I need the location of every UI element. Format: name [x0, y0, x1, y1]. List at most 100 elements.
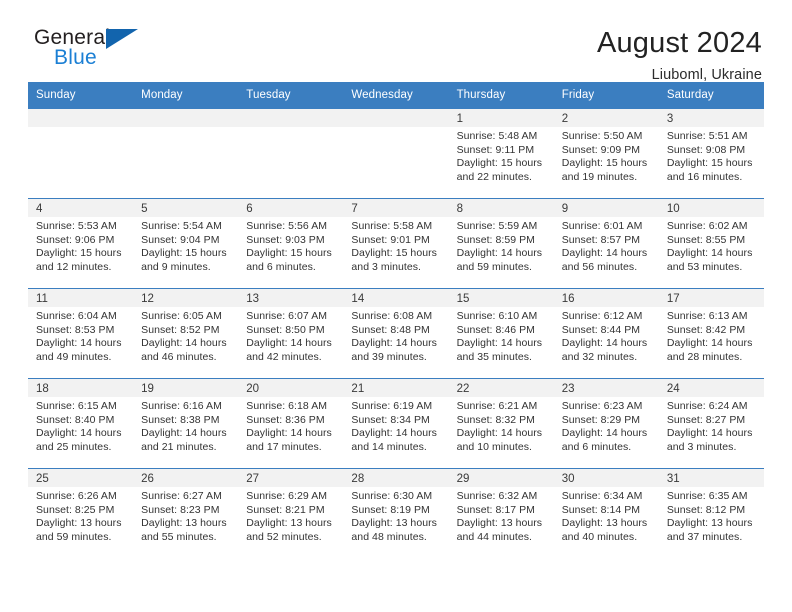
day-cell[interactable]: 31 Sunrise: 6:35 AM Sunset: 8:12 PM Dayl…	[658, 469, 764, 561]
day-number: 29	[456, 473, 470, 485]
sunrise-text: Sunrise: 6:04 AM	[36, 310, 117, 322]
sunset-text: Sunset: 8:27 PM	[666, 413, 746, 426]
sunset-text: Sunset: 8:34 PM	[351, 413, 430, 426]
day-details: Sunrise: 5:50 AM Sunset: 9:09 PM Dayligh…	[554, 127, 659, 184]
page-header: General Blue August 2024 Liuboml, Ukrain…	[28, 0, 764, 83]
daylight-text-line1: Daylight: 14 hours	[561, 247, 648, 260]
day-number: 21	[351, 383, 365, 395]
sunrise-text: Sunrise: 5:59 AM	[456, 220, 538, 232]
sunrise-text: Sunrise: 6:30 AM	[351, 490, 433, 502]
daylight-text-line1: Daylight: 14 hours	[456, 337, 543, 350]
day-details: Sunrise: 6:05 AM Sunset: 8:52 PM Dayligh…	[133, 307, 238, 364]
day-cell[interactable]: 4 Sunrise: 5:53 AM Sunset: 9:06 PM Dayli…	[28, 199, 134, 288]
sunset-text: Sunset: 9:09 PM	[561, 143, 641, 156]
day-details: Sunrise: 6:16 AM Sunset: 8:38 PM Dayligh…	[133, 397, 238, 454]
day-cell[interactable]: 7 Sunrise: 5:58 AM Sunset: 9:01 PM Dayli…	[343, 199, 449, 288]
sunset-text: Sunset: 9:11 PM	[456, 143, 535, 156]
day-cell[interactable]: 8 Sunrise: 5:59 AM Sunset: 8:59 PM Dayli…	[448, 199, 554, 288]
day-cell[interactable]	[343, 109, 449, 198]
daylight-text-line2: and 40 minutes.	[561, 530, 638, 543]
day-cell[interactable]: 17 Sunrise: 6:13 AM Sunset: 8:42 PM Dayl…	[658, 289, 764, 378]
day-cell[interactable]: 10 Sunrise: 6:02 AM Sunset: 8:55 PM Dayl…	[658, 199, 764, 288]
weekday-header-sunday: Sunday	[36, 89, 76, 101]
day-details: Sunrise: 6:34 AM Sunset: 8:14 PM Dayligh…	[554, 487, 659, 544]
day-details: Sunrise: 6:10 AM Sunset: 8:46 PM Dayligh…	[449, 307, 554, 364]
page-title: August 2024	[596, 27, 762, 59]
weekday-header-thursday: Thursday	[456, 89, 506, 101]
day-cell[interactable]: 13 Sunrise: 6:07 AM Sunset: 8:50 PM Dayl…	[238, 289, 344, 378]
day-cell[interactable]	[133, 109, 239, 198]
day-cell[interactable]: 15 Sunrise: 6:10 AM Sunset: 8:46 PM Dayl…	[448, 289, 554, 378]
day-cell[interactable]: 3 Sunrise: 5:51 AM Sunset: 9:08 PM Dayli…	[658, 109, 764, 198]
daylight-text-line1: Daylight: 14 hours	[141, 427, 227, 440]
day-details: Sunrise: 6:13 AM Sunset: 8:42 PM Dayligh…	[659, 307, 764, 364]
day-cell[interactable]: 21 Sunrise: 6:19 AM Sunset: 8:34 PM Dayl…	[343, 379, 449, 468]
day-cell[interactable]: 14 Sunrise: 6:08 AM Sunset: 8:48 PM Dayl…	[343, 289, 449, 378]
daylight-text-line2: and 6 minutes.	[561, 440, 632, 453]
day-cell[interactable]: 25 Sunrise: 6:26 AM Sunset: 8:25 PM Dayl…	[28, 469, 134, 561]
day-cell[interactable]: 26 Sunrise: 6:27 AM Sunset: 8:23 PM Dayl…	[133, 469, 239, 561]
day-cell[interactable]: 24 Sunrise: 6:24 AM Sunset: 8:27 PM Dayl…	[658, 379, 764, 468]
sunset-text: Sunset: 8:40 PM	[36, 413, 115, 426]
sunset-text: Sunset: 8:25 PM	[36, 503, 115, 516]
day-cell[interactable]: 18 Sunrise: 6:15 AM Sunset: 8:40 PM Dayl…	[28, 379, 134, 468]
day-number: 31	[666, 473, 680, 485]
day-number: 20	[246, 383, 260, 395]
day-cell[interactable]: 6 Sunrise: 5:56 AM Sunset: 9:03 PM Dayli…	[238, 199, 344, 288]
day-cell[interactable]: 19 Sunrise: 6:16 AM Sunset: 8:38 PM Dayl…	[133, 379, 239, 468]
day-number	[343, 109, 448, 127]
day-cell[interactable]: 2 Sunrise: 5:50 AM Sunset: 9:09 PM Dayli…	[553, 109, 659, 198]
daylight-text-line2: and 55 minutes.	[141, 530, 217, 543]
sunrise-text: Sunrise: 5:56 AM	[246, 220, 328, 232]
day-details: Sunrise: 6:21 AM Sunset: 8:32 PM Dayligh…	[449, 397, 554, 454]
day-cell[interactable]: 11 Sunrise: 6:04 AM Sunset: 8:53 PM Dayl…	[28, 289, 134, 378]
day-number: 8	[456, 203, 463, 215]
sunset-text: Sunset: 8:53 PM	[36, 323, 115, 336]
sunrise-text: Sunrise: 5:54 AM	[141, 220, 222, 232]
day-cell[interactable]: 28 Sunrise: 6:30 AM Sunset: 8:19 PM Dayl…	[343, 469, 449, 561]
day-cell[interactable]: 23 Sunrise: 6:23 AM Sunset: 8:29 PM Dayl…	[553, 379, 659, 468]
day-number: 25	[36, 473, 49, 485]
sunset-text: Sunset: 8:12 PM	[666, 503, 746, 516]
sunrise-text: Sunrise: 6:12 AM	[561, 310, 643, 322]
daylight-text-line2: and 19 minutes.	[561, 170, 638, 183]
weekday-header-row: Sunday Monday Tuesday Wednesday Thursday…	[28, 82, 764, 108]
day-cell[interactable]: 12 Sunrise: 6:05 AM Sunset: 8:52 PM Dayl…	[133, 289, 239, 378]
day-cell[interactable]: 9 Sunrise: 6:01 AM Sunset: 8:57 PM Dayli…	[553, 199, 659, 288]
day-number: 14	[351, 293, 365, 305]
day-number: 16	[561, 293, 575, 305]
day-cell[interactable]: 20 Sunrise: 6:18 AM Sunset: 8:36 PM Dayl…	[238, 379, 344, 468]
calendar-week-row: 1 Sunrise: 5:48 AM Sunset: 9:11 PM Dayli…	[28, 108, 764, 198]
day-cell[interactable]: 29 Sunrise: 6:32 AM Sunset: 8:17 PM Dayl…	[448, 469, 554, 561]
daylight-text-line1: Daylight: 14 hours	[456, 247, 543, 260]
daylight-text-line1: Daylight: 15 hours	[141, 247, 227, 260]
day-cell[interactable]: 5 Sunrise: 5:54 AM Sunset: 9:04 PM Dayli…	[133, 199, 239, 288]
day-number: 7	[351, 203, 358, 215]
day-cell[interactable]	[238, 109, 344, 198]
daylight-text-line2: and 28 minutes.	[666, 350, 743, 363]
daylight-text-line1: Daylight: 15 hours	[246, 247, 332, 260]
day-cell[interactable]: 27 Sunrise: 6:29 AM Sunset: 8:21 PM Dayl…	[238, 469, 344, 561]
daylight-text-line1: Daylight: 15 hours	[561, 157, 648, 170]
day-details: Sunrise: 6:02 AM Sunset: 8:55 PM Dayligh…	[659, 217, 764, 274]
sunrise-text: Sunrise: 6:35 AM	[666, 490, 748, 502]
day-cell[interactable]: 22 Sunrise: 6:21 AM Sunset: 8:32 PM Dayl…	[448, 379, 554, 468]
general-blue-logo[interactable]: General Blue	[34, 26, 152, 74]
sunrise-text: Sunrise: 6:26 AM	[36, 490, 117, 502]
day-cell[interactable]	[28, 109, 134, 198]
sunrise-text: Sunrise: 5:53 AM	[36, 220, 117, 232]
sunrise-text: Sunrise: 6:07 AM	[246, 310, 328, 322]
daylight-text-line1: Daylight: 15 hours	[666, 157, 753, 170]
title-block: August 2024 Liuboml, Ukraine	[597, 26, 764, 85]
day-number	[133, 109, 238, 127]
daylight-text-line1: Daylight: 14 hours	[351, 427, 437, 440]
sunrise-text: Sunrise: 6:05 AM	[141, 310, 222, 322]
daylight-text-line1: Daylight: 13 hours	[36, 517, 122, 530]
daylight-text-line1: Daylight: 13 hours	[141, 517, 227, 530]
daylight-text-line2: and 16 minutes.	[666, 170, 743, 183]
daylight-text-line2: and 3 minutes.	[666, 440, 737, 453]
day-cell[interactable]: 30 Sunrise: 6:34 AM Sunset: 8:14 PM Dayl…	[553, 469, 659, 561]
day-cell[interactable]: 16 Sunrise: 6:12 AM Sunset: 8:44 PM Dayl…	[553, 289, 659, 378]
day-cell[interactable]: 1 Sunrise: 5:48 AM Sunset: 9:11 PM Dayli…	[448, 109, 554, 198]
sunrise-text: Sunrise: 6:16 AM	[141, 400, 222, 412]
